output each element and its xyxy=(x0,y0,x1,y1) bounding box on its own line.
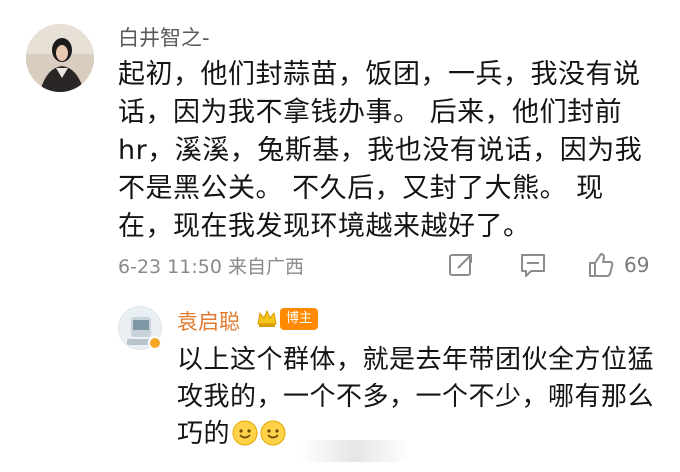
author-badge: 博主 xyxy=(280,308,319,330)
avatar-portrait xyxy=(26,24,94,92)
watermark-blur xyxy=(300,440,410,462)
comment-username[interactable]: 白井智之- xyxy=(118,22,210,52)
like-button[interactable]: 69 xyxy=(586,248,649,282)
comment-actions: 69 xyxy=(446,248,666,282)
share-icon xyxy=(449,254,472,276)
comment-icon xyxy=(521,254,545,277)
smile-emoji-icon xyxy=(232,420,258,446)
reply-card: 袁启聪 博主 以上这个群体，就是去年带团伙全方位猛攻我的，一个不多，一个不少，哪… xyxy=(0,290,680,472)
crown-icon xyxy=(257,309,277,327)
smile-emoji-icon xyxy=(260,420,286,446)
comment-card: 白井智之- 起初，他们封蒜苗，饭团，一兵，我没有说话，因为我不拿钱办事。 后来，… xyxy=(0,0,680,290)
comment-text: 起初，他们封蒜苗，饭团，一兵，我没有说话，因为我不拿钱办事。 后来，他们封前hr… xyxy=(118,59,643,242)
share-button[interactable] xyxy=(446,248,476,282)
verified-badge-icon xyxy=(148,336,162,350)
reply-text: 以上这个群体，就是去年带团伙全方位猛攻我的，一个不多，一个不少，哪有那么巧的 xyxy=(177,342,657,453)
comment-meta: 6-23 11:50 来自广西 xyxy=(118,256,304,278)
reply-username[interactable]: 袁启聪 xyxy=(177,306,240,336)
like-count: 69 xyxy=(624,253,650,277)
comment-button[interactable] xyxy=(518,248,548,282)
like-icon xyxy=(589,253,614,277)
avatar[interactable] xyxy=(26,24,94,92)
